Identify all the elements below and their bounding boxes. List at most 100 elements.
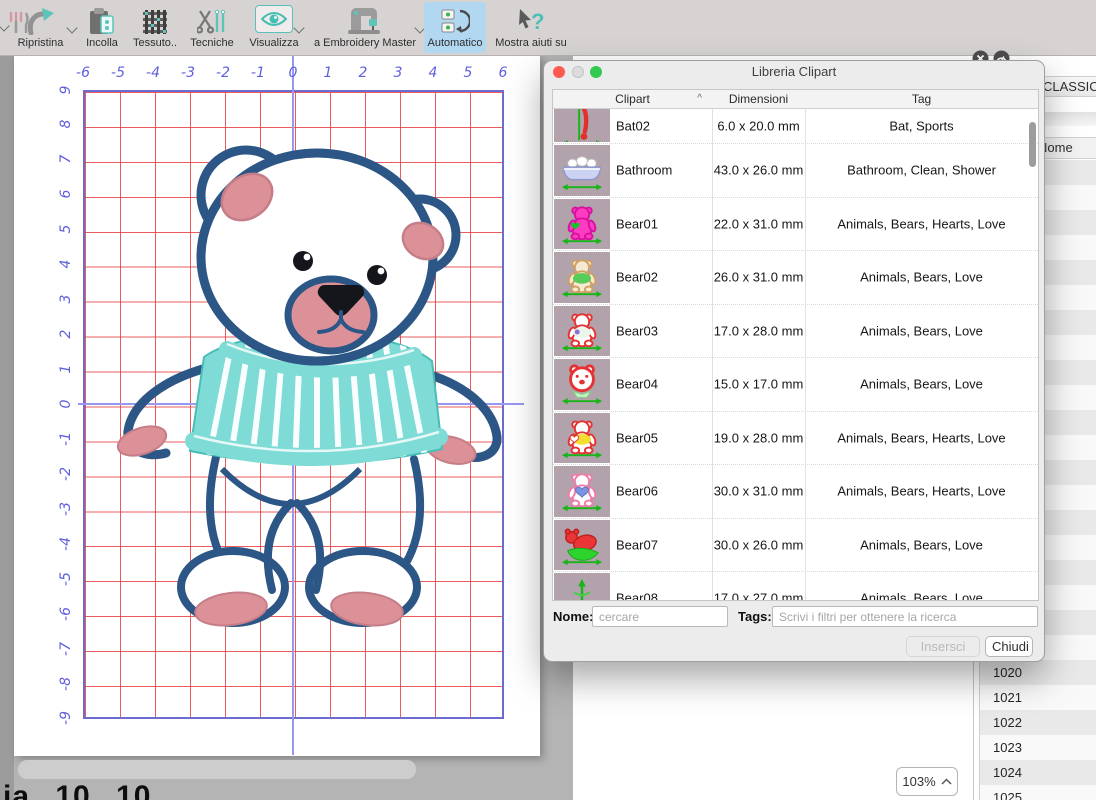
bear-outline-icon (554, 306, 610, 357)
thread-row[interactable]: 1020 (980, 660, 1096, 685)
column-divider (712, 90, 713, 600)
ruler-y-tick: 5 (58, 225, 74, 234)
design-canvas-page[interactable]: -6-5-4-3-2-10123456 9876543210-1-2-3-4-5… (14, 55, 540, 756)
ruler-y-tick: -3 (58, 502, 74, 516)
toolbar-item-mostra-aiuti-su[interactable]: ?Mostra aiuti su (487, 2, 575, 53)
close-button[interactable]: Chiudi (985, 636, 1033, 657)
clipart-row-bear01[interactable]: Bear0122.0 x 31.0 mmAnimals, Bears, Hear… (553, 197, 1038, 251)
redo-arrow-icon (3, 2, 78, 35)
ruler-x-tick: -3 (181, 65, 195, 81)
toolbar-item-visualizza[interactable]: Visualizza (243, 2, 305, 53)
help-cursor-icon: ? (487, 2, 575, 35)
clipart-row-bear08[interactable]: Bear0817.0 x 27.0 mmAnimals, Bears, Love (553, 571, 1038, 601)
bat-icon (554, 109, 610, 142)
thread-code: 1024 (993, 765, 1022, 780)
ruler-y-tick: 6 (58, 190, 74, 199)
ruler-y-tick: 0 (58, 400, 74, 409)
clipart-row-bathroom[interactable]: Bathroom43.0 x 26.0 mmBathroom, Clean, S… (553, 143, 1038, 197)
column-header-clipart[interactable]: Clipart ^ (553, 90, 712, 108)
clipboard-icon (76, 2, 128, 35)
svg-text:?: ? (531, 9, 544, 34)
table-scrollbar-thumb[interactable] (1029, 122, 1036, 167)
bear-pink-icon (554, 199, 610, 250)
horizontal-scrollbar-thumb[interactable] (18, 760, 416, 779)
toolbar-item-tecniche[interactable]: Tecniche (183, 2, 241, 53)
thread-row[interactable]: 1022 (980, 710, 1096, 735)
auto-generate-icon (424, 2, 486, 35)
teddy-bear-embroidery-design[interactable] (94, 135, 514, 645)
ruler-x-tick: 6 (499, 65, 508, 81)
thread-code: 1023 (993, 740, 1022, 755)
bear-face-icon (554, 359, 610, 410)
ruler-y-tick: 2 (58, 330, 74, 339)
bear-heart-icon (554, 466, 610, 517)
ruler-y-tick: -1 (58, 432, 74, 446)
partial-status-text: ia 10 10 (3, 780, 151, 800)
name-search-input[interactable] (592, 606, 728, 627)
thread-code: 1025 (993, 790, 1022, 800)
sort-caret-icon: ^ (697, 90, 702, 108)
ruler-x-tick: 0 (289, 65, 298, 81)
ruler-x-tick: -1 (251, 65, 265, 81)
ruler-x-tick: -6 (76, 65, 90, 81)
thread-chart-tab-label: CLASSIC (1043, 79, 1096, 94)
close-traffic-button[interactable] (553, 66, 565, 78)
fabric-swatch-icon (126, 2, 184, 35)
dialog-title: Libreria Clipart (544, 61, 1044, 83)
libreria-clipart-dialog: Libreria Clipart Clipart ^ Dimensioni Ta… (543, 60, 1045, 662)
ruler-x-tick: 3 (394, 65, 403, 81)
chevron-up-icon (941, 778, 952, 785)
thread-code: 1020 (993, 665, 1022, 680)
ruler-y-tick: 4 (58, 260, 74, 269)
clipart-row-bear02[interactable]: Bear0226.0 x 31.0 mmAnimals, Bears, Love (553, 250, 1038, 304)
column-divider (805, 90, 806, 600)
tags-label: Tags: (738, 609, 772, 624)
toolbar-item-a-embroidery-master[interactable]: a Embroidery Master (304, 2, 426, 53)
thread-row[interactable]: 1023 (980, 735, 1096, 760)
ruler-x-tick: -4 (146, 65, 160, 81)
thread-row[interactable]: 1025 (980, 785, 1096, 800)
minimize-traffic-button[interactable] (572, 66, 584, 78)
name-label: Nome: (553, 609, 593, 624)
toolbar-item-ripristina[interactable]: Ripristina (3, 2, 78, 53)
clipart-row-bear04[interactable]: Bear0415.0 x 17.0 mmAnimals, Bears, Love (553, 357, 1038, 411)
ruler-y-tick: -8 (58, 677, 74, 691)
ruler-y-tick: -7 (58, 642, 74, 656)
thread-row[interactable]: 1021 (980, 685, 1096, 710)
dialog-titlebar[interactable]: Libreria Clipart (544, 61, 1044, 83)
ruler-y-tick: -2 (58, 467, 74, 481)
scissors-needles-icon (183, 2, 241, 35)
table-header: Clipart ^ Dimensioni Tag (553, 90, 1038, 109)
toolbar-item-automatico[interactable]: Automatico (424, 2, 486, 53)
toolbar-item-incolla[interactable]: Incolla (76, 2, 128, 53)
toolbar-item-tessuto[interactable]: Tessuto.. (126, 2, 184, 53)
ruler-x-tick: 5 (464, 65, 473, 81)
clipart-row-bear06[interactable]: Bear0630.0 x 31.0 mmAnimals, Bears, Hear… (553, 464, 1038, 518)
clipart-row-bear05[interactable]: Bear0519.0 x 28.0 mmAnimals, Bears, Hear… (553, 411, 1038, 465)
column-header-tag[interactable]: Tag (805, 90, 1038, 108)
tags-filter-input[interactable] (772, 606, 1038, 627)
toolbar: RipristinaIncollaTessuto..TecnicheVisual… (0, 0, 1096, 56)
ruler-y-tick: 9 (58, 85, 74, 94)
ruler-y-tick: 3 (58, 295, 74, 304)
ruler-x-tick: 4 (429, 65, 438, 81)
canvas-left-margin (0, 55, 14, 800)
ruler-x-tick: -2 (216, 65, 230, 81)
bathtub-icon (554, 145, 610, 196)
thread-row[interactable]: 1024 (980, 760, 1096, 785)
ruler-y-tick: -9 (58, 712, 74, 726)
ruler-y-tick: 1 (58, 365, 74, 374)
ruler-y-tick: -5 (58, 572, 74, 586)
bear-yellow-icon (554, 413, 610, 464)
column-header-dimensioni[interactable]: Dimensioni (712, 90, 805, 108)
thread-code: 1022 (993, 715, 1022, 730)
insert-button[interactable]: Insersci (906, 636, 980, 657)
zoom-level-button[interactable]: 103% (896, 767, 958, 796)
clipart-row-bear07[interactable]: Bear0730.0 x 26.0 mmAnimals, Bears, Love (553, 518, 1038, 572)
clipart-table: Clipart ^ Dimensioni Tag Bat026.0 x 20.0… (552, 89, 1039, 601)
clipart-row-bear03[interactable]: Bear0317.0 x 28.0 mmAnimals, Bears, Love (553, 304, 1038, 358)
zoom-traffic-button[interactable] (590, 66, 602, 78)
bear-tan-icon (554, 252, 610, 303)
clipart-row-bat02[interactable]: Bat026.0 x 20.0 mmBat, Sports (553, 108, 1038, 143)
canvas-area: -6-5-4-3-2-10123456 9876543210-1-2-3-4-5… (0, 55, 573, 800)
